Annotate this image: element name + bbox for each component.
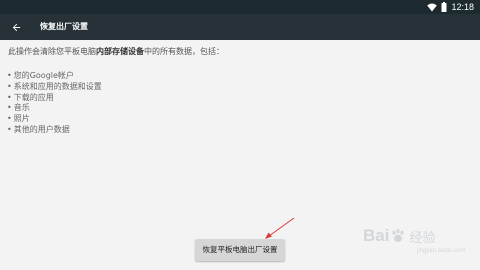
paw-icon bbox=[392, 229, 405, 242]
watermark-brand-left: Bai bbox=[363, 226, 390, 245]
watermark-brand-right: 经验 bbox=[409, 230, 436, 246]
watermark-subtext: jingyan.baidu.com bbox=[417, 248, 466, 254]
reset-tablet-button[interactable]: 恢复平板电脑出厂设置 bbox=[195, 239, 285, 261]
watermark: Bai 经验 jingyan.baidu.com bbox=[363, 226, 465, 254]
